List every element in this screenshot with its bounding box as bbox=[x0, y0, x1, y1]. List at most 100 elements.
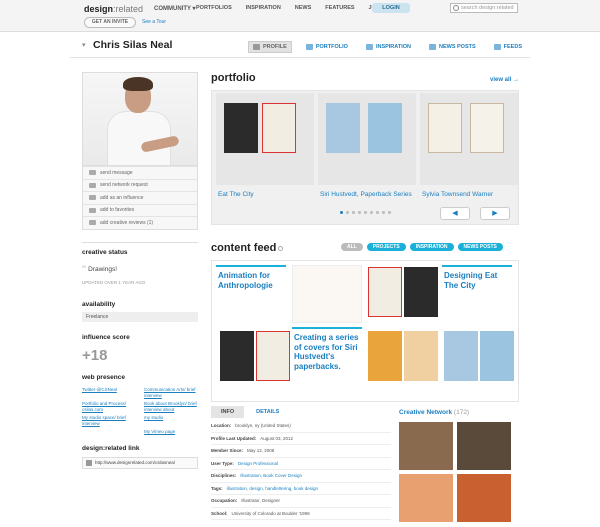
tab-feeds-label: FEEDS bbox=[503, 44, 522, 50]
web-link[interactable]: Portfolio and Process/ csilas.com bbox=[82, 401, 136, 413]
tab-portfolio[interactable]: PORTFOLIO bbox=[302, 41, 352, 53]
info-value[interactable]: Design Professional bbox=[238, 461, 278, 466]
filter-news-posts[interactable]: NEWS POSTS bbox=[457, 243, 503, 251]
carousel-dot[interactable] bbox=[370, 211, 373, 214]
avatar[interactable] bbox=[399, 422, 453, 470]
tab-inspiration[interactable]: INSPIRATION bbox=[362, 41, 415, 53]
profile-name: Chris Silas Neal bbox=[93, 39, 173, 51]
feed-post[interactable]: Designing Eat The City bbox=[442, 265, 512, 325]
site-logo[interactable]: design:related bbox=[84, 4, 143, 14]
influence-score: +18 bbox=[82, 346, 108, 364]
chevron-down-icon[interactable]: ▾ bbox=[82, 41, 86, 49]
nav-features[interactable]: FEATURES bbox=[325, 5, 354, 11]
tab-info[interactable]: INFO bbox=[211, 406, 245, 418]
book-cover bbox=[224, 103, 258, 153]
feed-thumb-book[interactable] bbox=[220, 331, 254, 381]
nav-inspiration[interactable]: INSPIRATION bbox=[246, 5, 281, 11]
login-button[interactable]: LOGIN bbox=[372, 3, 410, 13]
add-influence-action[interactable]: add as an influence bbox=[83, 191, 197, 204]
tab-profile[interactable]: PROFILE bbox=[248, 41, 292, 53]
web-link[interactable]: Book about Brooklyn/ brief interview abo… bbox=[144, 401, 198, 413]
feeds-icon bbox=[493, 44, 501, 50]
creative-reviews-action[interactable]: add creative reviews (1) bbox=[83, 216, 197, 229]
creative-status-section: creative status " Drawings! UPDATED OVER… bbox=[82, 241, 198, 285]
see-tour-link[interactable]: See a Tour bbox=[142, 19, 166, 25]
filter-projects[interactable]: PROJECTS bbox=[366, 243, 406, 251]
feed-thumb-book[interactable] bbox=[404, 331, 438, 381]
carousel-dot[interactable] bbox=[358, 211, 361, 214]
web-link[interactable]: my studio bbox=[144, 415, 198, 427]
feed-post[interactable]: Creating a series of covers for Siri Hus… bbox=[292, 327, 362, 387]
filter-inspiration[interactable]: INSPIRATION bbox=[409, 243, 454, 251]
carousel-dot[interactable] bbox=[346, 211, 349, 214]
influence-heading: influence score bbox=[82, 333, 130, 341]
feed-thumb-book[interactable] bbox=[480, 331, 514, 381]
carousel-dot[interactable] bbox=[382, 211, 385, 214]
nav-news[interactable]: NEWS bbox=[295, 5, 312, 11]
action-label: add to favorites bbox=[100, 207, 135, 214]
carousel-dot[interactable] bbox=[388, 211, 391, 214]
info-value: University of Colorado at Boulder '1999 bbox=[231, 510, 310, 516]
web-link[interactable]: My Vimeo page bbox=[144, 429, 198, 435]
network-heading[interactable]: Creative Network (172) bbox=[399, 409, 519, 416]
portfolio-item-title[interactable]: Sylvia Townsend Warner bbox=[422, 191, 514, 199]
carousel-dot[interactable] bbox=[376, 211, 379, 214]
feed-thumb-book[interactable] bbox=[368, 331, 402, 381]
info-key: Member Since: bbox=[211, 448, 244, 454]
view-all-link[interactable]: view all → bbox=[490, 77, 519, 83]
feed-post[interactable]: Animation for Anthropologie bbox=[216, 265, 286, 325]
info-icon[interactable] bbox=[278, 246, 284, 252]
avatar[interactable] bbox=[399, 474, 453, 522]
feed-thumb-illustration[interactable] bbox=[292, 265, 362, 323]
nav-portfolios[interactable]: PORTFOLIOS bbox=[196, 5, 232, 11]
portfolio-thumb[interactable] bbox=[318, 93, 416, 185]
tab-news-posts[interactable]: NEWS POSTS bbox=[425, 41, 480, 53]
carousel-dot[interactable] bbox=[352, 211, 355, 214]
community-menu[interactable]: COMMUNITY ▾ bbox=[154, 5, 196, 12]
main-content: portfolio view all → Eat The City Siri H… bbox=[211, 72, 519, 522]
avatar[interactable] bbox=[457, 422, 511, 470]
action-label: send network request bbox=[100, 182, 148, 189]
carousel-dot[interactable] bbox=[364, 211, 367, 214]
web-link[interactable]: Communication Arts/ brief interview bbox=[144, 387, 198, 399]
feed-thumb-book[interactable] bbox=[444, 331, 478, 381]
add-favorites-action[interactable]: add to favorites bbox=[83, 203, 197, 217]
tab-feeds[interactable]: FEEDS bbox=[490, 41, 526, 53]
portfolio-thumb[interactable] bbox=[420, 93, 518, 185]
portfolio-heading: portfolio bbox=[211, 72, 256, 84]
portfolio-thumb[interactable] bbox=[216, 93, 314, 185]
action-label: send message bbox=[100, 169, 133, 176]
web-link[interactable]: Twitter-@CSNeal bbox=[82, 387, 136, 399]
carousel-next-button[interactable]: ▶ bbox=[480, 207, 510, 220]
send-message-action[interactable]: send message bbox=[83, 166, 197, 179]
portfolio-icon bbox=[305, 44, 313, 50]
info-value[interactable]: illustration, design, handlettering, boo… bbox=[227, 486, 318, 491]
avatar[interactable] bbox=[457, 474, 511, 522]
feed-thumb-book[interactable] bbox=[256, 331, 290, 381]
feed-thumb-book[interactable] bbox=[368, 267, 402, 317]
dr-link-heading: design:related link bbox=[82, 444, 140, 452]
quote-icon: " bbox=[82, 263, 86, 276]
tab-profile-label: PROFILE bbox=[263, 44, 287, 50]
portfolio-carousel: Eat The City Siri Hustvedt, Paperback Se… bbox=[211, 90, 519, 225]
portfolio-item-title[interactable]: Siri Hustvedt, Paperback Series bbox=[320, 191, 412, 199]
filter-all[interactable]: ALL bbox=[341, 243, 363, 251]
info-row: School: University of Colorado at Boulder… bbox=[211, 508, 391, 520]
profile-url-field[interactable]: http://www.designrelated.com/csilasneal bbox=[82, 456, 198, 469]
get-invite-button[interactable]: GET AN INVITE bbox=[84, 17, 136, 28]
network-request-action[interactable]: send network request bbox=[83, 178, 197, 192]
carousel-dot[interactable] bbox=[340, 211, 343, 214]
info-value[interactable]: Illustration, Book Cover Design bbox=[240, 473, 302, 478]
action-label: add as an influence bbox=[100, 194, 144, 201]
feed-thumb-book[interactable] bbox=[404, 267, 438, 317]
info-row: Member Since: May 12, 2008 bbox=[211, 445, 391, 458]
search-input[interactable]: search design:related bbox=[450, 3, 518, 13]
info-value: brooklyn, ny (United States) bbox=[235, 423, 291, 429]
carousel-prev-button[interactable]: ◀ bbox=[440, 207, 470, 220]
portfolio-item-title[interactable]: Eat The City bbox=[218, 191, 310, 199]
inspiration-icon bbox=[365, 44, 373, 50]
creative-status-heading: creative status bbox=[82, 248, 128, 256]
link-icon bbox=[86, 459, 92, 466]
tab-details[interactable]: DETAILS bbox=[246, 406, 289, 418]
web-link[interactable]: My studio space/ brief interview bbox=[82, 415, 136, 427]
